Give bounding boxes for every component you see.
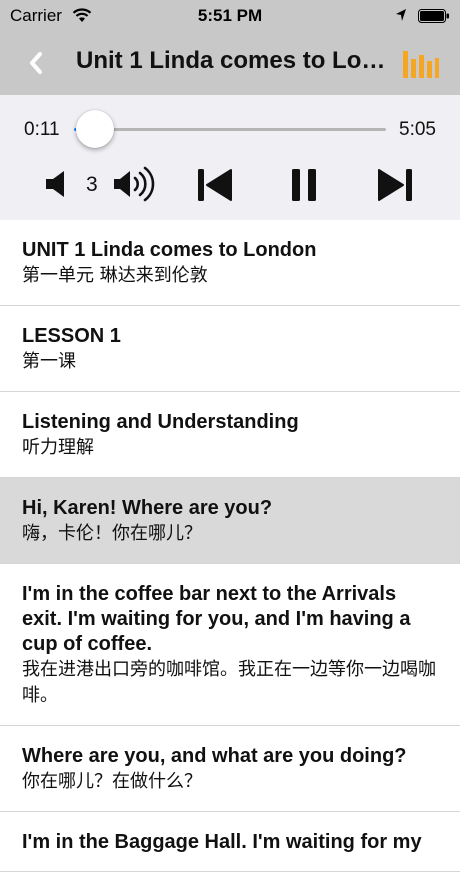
transcript-item-current[interactable]: Hi, Karen! Where are you? 嗨，卡伦！你在哪儿？ <box>0 478 460 564</box>
line-chinese: 嗨，卡伦！你在哪儿？ <box>22 523 202 544</box>
pause-icon[interactable] <box>290 168 318 202</box>
line-english: Hi, Karen! Where are you? <box>22 497 273 519</box>
line-english: I'm in the coffee bar next to the Arriva… <box>22 583 411 655</box>
status-time: 5:51 PM <box>197 6 263 25</box>
transcript-item[interactable]: LESSON 1 第一课 <box>0 306 460 392</box>
progress-thumb[interactable] <box>76 110 114 148</box>
transcript-item[interactable]: Listening and Understanding 听力理解 <box>0 392 460 478</box>
bar-chart-icon[interactable] <box>402 47 440 79</box>
line-english: I'm in the Baggage Hall. I'm waiting for… <box>22 831 422 853</box>
navigation-bar: Unit 1 Linda comes to London <box>0 33 460 95</box>
line-english: UNIT 1 Linda comes to London <box>22 239 317 261</box>
line-english: Listening and Understanding <box>22 411 299 433</box>
next-icon[interactable] <box>376 167 414 203</box>
line-english: Where are you, and what are you doing? <box>22 745 407 767</box>
status-bar: Carrier 5:51 PM <box>0 0 460 33</box>
transcript-item[interactable]: Where are you, and what are you doing? 你… <box>0 726 460 812</box>
transcript-list: UNIT 1 Linda comes to London 第一单元 琳达来到伦敦… <box>0 220 460 872</box>
volume-down-icon[interactable] <box>44 168 70 200</box>
battery-icon <box>418 9 449 23</box>
audio-player: 0:11 5:05 3 <box>0 95 460 220</box>
chevron-left-icon[interactable] <box>22 47 52 79</box>
line-chinese: 听力理解 <box>22 437 94 458</box>
total-time: 5:05 <box>399 119 436 140</box>
volume-level: 3 <box>86 173 98 196</box>
header-area: Carrier 5:51 PM Unit 1 Linda comes to Lo… <box>0 0 460 95</box>
transcript-item[interactable]: I'm in the coffee bar next to the Arriva… <box>0 564 460 726</box>
line-chinese: 第一课 <box>22 351 76 372</box>
volume-up-icon[interactable] <box>112 166 158 202</box>
line-chinese: 你在哪儿？在做什么？ <box>22 771 202 792</box>
location-arrow-icon <box>396 9 406 21</box>
line-english: LESSON 1 <box>22 325 121 347</box>
line-chinese: 第一单元 琳达来到伦敦 <box>22 265 208 286</box>
transcript-item[interactable]: UNIT 1 Linda comes to London 第一单元 琳达来到伦敦 <box>0 220 460 306</box>
page-title: Unit 1 Linda comes to London <box>76 47 388 74</box>
transcript-item[interactable]: I'm in the Baggage Hall. I'm waiting for… <box>0 812 460 872</box>
elapsed-time: 0:11 <box>24 119 60 140</box>
previous-icon[interactable] <box>196 167 234 203</box>
line-chinese: 我在进港出口旁的咖啡馆。我正在一边等你一边喝咖啡。 <box>22 659 436 706</box>
progress-slider[interactable] <box>74 110 386 148</box>
